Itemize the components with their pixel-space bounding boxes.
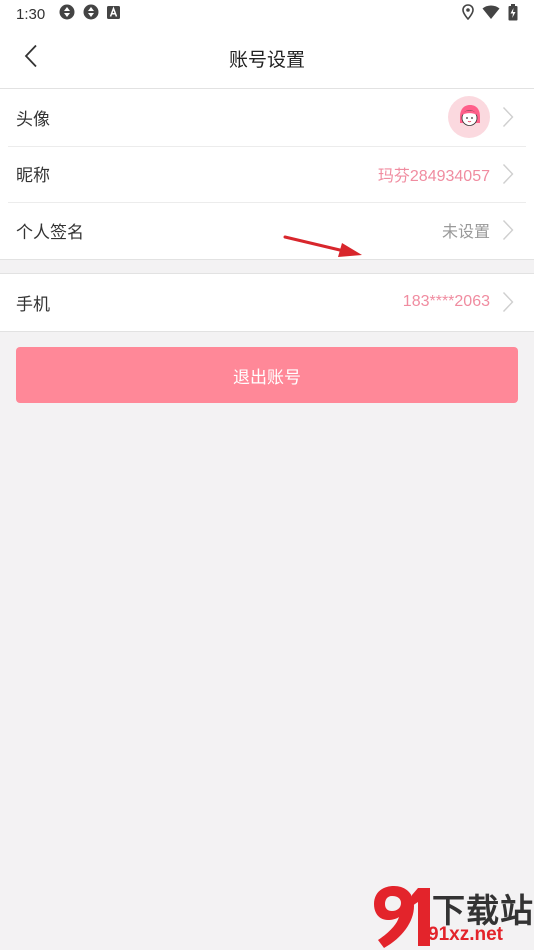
chevron-left-icon [24, 44, 38, 72]
nickname-row[interactable]: 昵称 玛芬284934057 [0, 145, 534, 203]
aperture-icon [83, 4, 99, 24]
back-button[interactable] [18, 44, 44, 72]
phone-row[interactable]: 手机 183****2063 [0, 274, 534, 331]
chevron-right-icon [502, 106, 516, 128]
status-time: 1:30 [16, 5, 46, 23]
watermark: 下载站 91xz.net [372, 882, 534, 950]
battery-charging-icon [508, 3, 518, 25]
logout-button[interactable]: 退出账号 [16, 347, 518, 403]
a-box-icon [107, 5, 121, 23]
cartoon-face-icon [460, 105, 480, 127]
status-right-icons [462, 3, 518, 25]
chevron-right-icon [502, 291, 516, 313]
avatar[interactable] [448, 96, 490, 139]
nickname-label: 昵称 [16, 166, 50, 187]
location-icon [462, 4, 474, 24]
annotation-arrow-icon [283, 235, 362, 257]
page-title: 账号设置 [228, 48, 305, 71]
status-left-icons [59, 4, 121, 24]
watermark-url: 91xz.net [428, 924, 503, 945]
watermark-logo-icon [374, 886, 430, 948]
wifi-icon [482, 5, 500, 24]
avatar-row-label: 头像 [16, 109, 50, 130]
profile-settings-group: 头像 昵称 玛芬284934057 个人签名 未设置 [0, 88, 534, 260]
chevron-right-icon [502, 163, 516, 185]
app-header: 账号设置 [0, 28, 534, 88]
status-bar: 1:30 [0, 0, 534, 28]
signature-row[interactable]: 个人签名 未设置 [0, 202, 534, 259]
phone-label: 手机 [16, 294, 50, 315]
avatar-row[interactable]: 头像 [0, 89, 534, 146]
signature-value: 未设置 [441, 224, 490, 242]
signature-label: 个人签名 [16, 222, 84, 243]
account-settings-group: 手机 183****2063 [0, 273, 534, 332]
nickname-value: 玛芬284934057 [377, 167, 490, 185]
aperture-icon [59, 4, 75, 24]
phone-value: 183****2063 [402, 293, 490, 311]
chevron-right-icon [502, 219, 516, 241]
